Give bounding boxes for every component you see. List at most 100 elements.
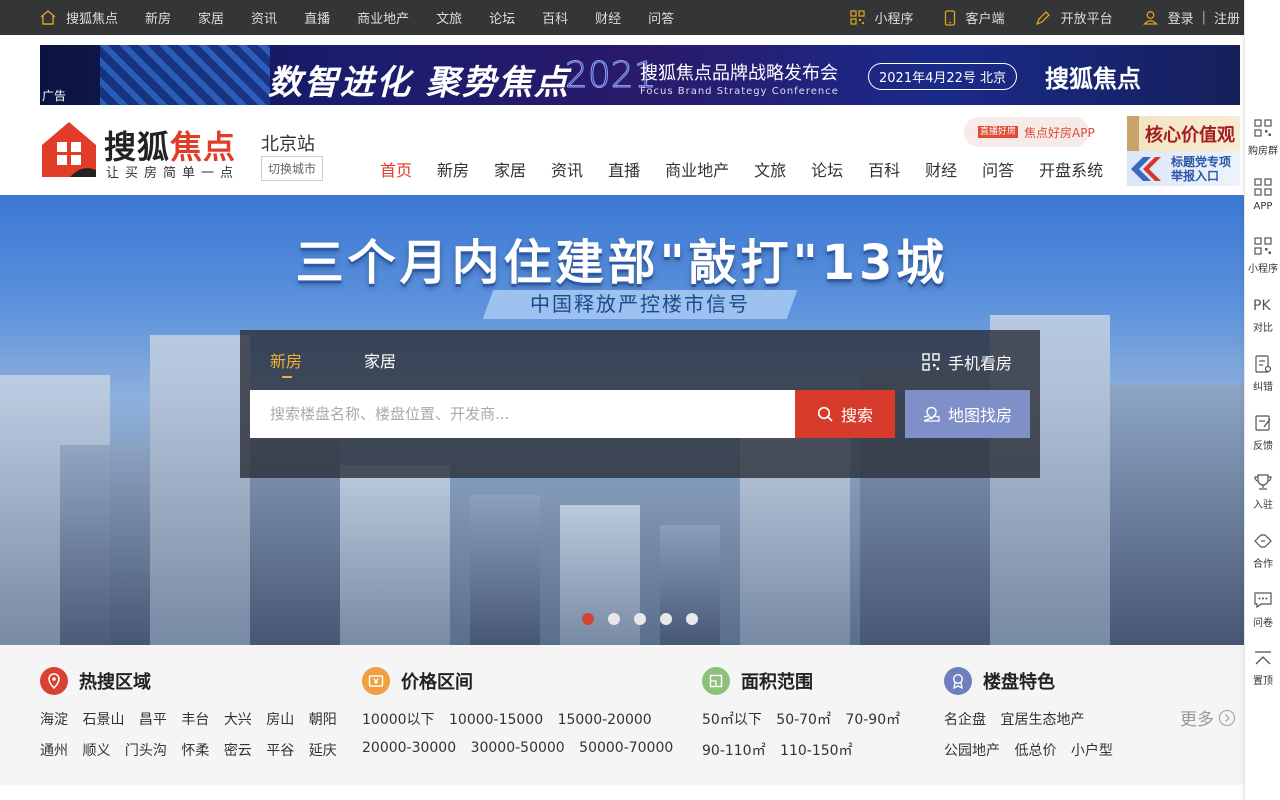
nav-xinfang[interactable]: 新房 — [437, 157, 469, 181]
feature-link[interactable]: 小户型 — [1071, 743, 1113, 759]
top-miniprogram[interactable]: 小程序 — [849, 8, 914, 27]
search-tabs: 新房 家居 — [270, 348, 458, 378]
area-link[interactable]: 石景山 — [82, 712, 124, 728]
report-banner[interactable]: 标题党专项 举报入口 — [1127, 151, 1240, 186]
nav-zhibo[interactable]: 直播 — [608, 157, 640, 181]
search-button[interactable]: 搜索 — [795, 390, 895, 438]
area-link[interactable]: 延庆 — [309, 743, 337, 759]
area-link[interactable]: 房山 — [266, 712, 294, 728]
search-input[interactable] — [250, 390, 796, 438]
area-link[interactable]: 朝阳 — [309, 712, 337, 728]
logo-tagline: 让买房简单一点 — [106, 166, 240, 181]
top-link-zhibo[interactable]: 直播 — [304, 8, 330, 27]
top-client[interactable]: 客户端 — [944, 8, 1005, 27]
top-openplatform[interactable]: 开放平台 — [1035, 8, 1113, 27]
price-link[interactable]: 50000-70000 — [579, 740, 673, 756]
side-settle[interactable]: 入驻 — [1245, 472, 1280, 511]
price-link[interactable]: 20000-30000 — [362, 740, 456, 756]
feature-link[interactable]: 名企盘 — [944, 712, 986, 728]
area-link[interactable]: 通州 — [40, 743, 68, 759]
side-feedback[interactable]: 反馈 — [1245, 413, 1280, 452]
feature-link[interactable]: 低总价 — [1014, 743, 1056, 759]
side-correction[interactable]: 纠错 — [1245, 354, 1280, 393]
side-miniprogram[interactable]: 小程序 — [1245, 236, 1280, 275]
size-link[interactable]: 90-110㎡ — [702, 743, 766, 759]
top-link-caijing[interactable]: 财经 — [595, 8, 621, 27]
side-app[interactable]: APP — [1245, 177, 1280, 212]
search-tab-xinfang[interactable]: 新房 — [270, 348, 302, 378]
feature-link[interactable]: 宜居生态地产 — [1000, 712, 1084, 728]
top-link-wenlv[interactable]: 文旅 — [436, 8, 462, 27]
side-back-to-top[interactable]: 置顶 — [1245, 650, 1280, 687]
top-link-xinfang[interactable]: 新房 — [145, 8, 171, 27]
size-link[interactable]: 70-90㎡ — [845, 712, 900, 728]
area-link[interactable]: 昌平 — [139, 712, 167, 728]
hot-area-title: 热搜区域 — [40, 667, 347, 695]
carousel-dot[interactable] — [608, 613, 620, 625]
mobile-view-link[interactable]: 手机看房 — [922, 350, 1012, 374]
side-label: 小程序 — [1248, 264, 1278, 275]
app-badge-label: 焦点好房APP — [1024, 125, 1095, 140]
area-link[interactable]: 顺义 — [82, 743, 110, 759]
side-goufangqun[interactable]: 购房群 — [1245, 118, 1280, 157]
report-logo-icon — [1131, 156, 1161, 181]
nav-wenlv[interactable]: 文旅 — [754, 157, 786, 181]
price-tag-icon — [362, 667, 390, 695]
nav-shangye[interactable]: 商业地产 — [665, 157, 729, 181]
live-house-icon: 直播好房 — [978, 126, 1019, 138]
price-link[interactable]: 10000以下 — [362, 712, 435, 728]
hero-carousel[interactable]: 三个月内住建部"敲打"13城 中国释放严控楼市信号 新房 家居 手机看房 搜索 … — [0, 195, 1244, 645]
logo-name-b: 焦点 — [170, 128, 237, 166]
search-tab-jiaju[interactable]: 家居 — [364, 348, 396, 372]
site-logo[interactable]: 搜狐焦点 让买房简单一点 — [40, 120, 235, 182]
nav-baike[interactable]: 百科 — [868, 157, 900, 181]
carousel-dot[interactable] — [686, 613, 698, 625]
map-search-button[interactable]: 地图找房 — [905, 390, 1030, 438]
switch-city-button[interactable]: 切换城市 — [261, 156, 324, 181]
area-link[interactable]: 密云 — [224, 743, 252, 759]
side-cooperation[interactable]: 合作 — [1245, 531, 1280, 570]
top-home-link[interactable]: 搜狐焦点 — [40, 8, 118, 27]
area-link[interactable]: 平谷 — [266, 743, 294, 759]
nav-wenda[interactable]: 问答 — [982, 157, 1014, 181]
more-filters-link[interactable]: 更多 — [1180, 705, 1236, 730]
size-link[interactable]: 110-150㎡ — [780, 743, 853, 759]
top-link-jiaju[interactable]: 家居 — [198, 8, 224, 27]
site-header: 搜狐焦点 让买房简单一点 北京站 切换城市 直播好房 焦点好房APP 首页 新房… — [0, 105, 1244, 195]
area-link[interactable]: 海淀 — [40, 712, 68, 728]
core-values-banner[interactable]: 核心价值观 — [1127, 116, 1240, 151]
top-link-shangye[interactable]: 商业地产 — [357, 8, 409, 27]
app-download-badge[interactable]: 直播好房 焦点好房APP — [964, 117, 1095, 147]
nav-jiaju[interactable]: 家居 — [494, 157, 526, 181]
price-link[interactable]: 15000-20000 — [558, 712, 652, 728]
top-link-luntan[interactable]: 论坛 — [489, 8, 515, 27]
area-link[interactable]: 门头沟 — [125, 743, 167, 759]
ad-event-title: 搜狐焦点品牌战略发布会 — [640, 63, 838, 84]
nav-luntan[interactable]: 论坛 — [811, 157, 843, 181]
carousel-dot[interactable] — [634, 613, 646, 625]
price-link[interactable]: 30000-50000 — [471, 740, 565, 756]
feature-link[interactable]: 公园地产 — [944, 743, 1000, 759]
carousel-dot[interactable] — [582, 613, 594, 625]
top-register[interactable]: 注册 — [1214, 8, 1240, 27]
size-link[interactable]: 50-70㎡ — [776, 712, 831, 728]
area-link[interactable]: 丰台 — [181, 712, 209, 728]
top-link-wenda[interactable]: 问答 — [648, 8, 674, 27]
side-compare[interactable]: PK 对比 — [1245, 295, 1280, 334]
mobile-view-label: 手机看房 — [947, 354, 1012, 373]
area-link[interactable]: 怀柔 — [181, 743, 209, 759]
nav-home[interactable]: 首页 — [380, 157, 412, 181]
ad-banner[interactable]: 数智进化 聚势焦点 2021 搜狐焦点品牌战略发布会 Focus Brand S… — [40, 45, 1240, 105]
size-link[interactable]: 50㎡以下 — [702, 712, 762, 728]
carousel-dot[interactable] — [660, 613, 672, 625]
nav-kaipan[interactable]: 开盘系统 — [1039, 157, 1103, 181]
nav-caijing[interactable]: 财经 — [925, 157, 957, 181]
side-label: 对比 — [1253, 323, 1273, 334]
top-link-baike[interactable]: 百科 — [542, 8, 568, 27]
side-survey[interactable]: 问卷 — [1245, 590, 1280, 629]
top-login[interactable]: 登录 — [1142, 8, 1194, 27]
price-link[interactable]: 10000-15000 — [449, 712, 543, 728]
top-link-zixun[interactable]: 资讯 — [251, 8, 277, 27]
area-link[interactable]: 大兴 — [224, 712, 252, 728]
nav-zixun[interactable]: 资讯 — [551, 157, 583, 181]
